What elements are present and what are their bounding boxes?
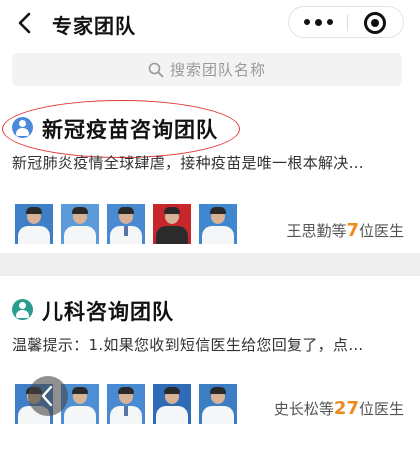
back-arrow-icon[interactable] (14, 11, 36, 35)
chevron-left-icon (41, 385, 53, 407)
team-description: 新冠肺炎疫情全球肆虐，接种疫苗是唯一根本解决… (12, 154, 364, 172)
capsule-divider (347, 14, 348, 31)
team-card[interactable]: 儿科咨询团队 温馨提示：1.如果您收到短信医生给您回复了，点… 史长松等27位医… (0, 276, 420, 466)
close-circle-icon[interactable] (364, 12, 386, 34)
doctor-count-prefix: 王思勤等 (286, 222, 347, 240)
doctor-count-suffix: 位医生 (358, 222, 404, 240)
more-dots-icon[interactable] (289, 7, 347, 37)
doctor-count: 王思勤等7位医生 (286, 220, 404, 241)
doctor-avatar[interactable] (199, 204, 237, 244)
doctor-avatar[interactable] (199, 384, 237, 424)
doctor-avatar[interactable] (153, 204, 191, 244)
doctor-avatar[interactable] (15, 204, 53, 244)
doctor-avatar[interactable] (153, 384, 191, 424)
doctor-avatar[interactable] (107, 204, 145, 244)
team-name: 儿科咨询团队 (42, 300, 174, 324)
doctor-count: 史长松等27位医生 (274, 398, 404, 419)
team-icon (12, 299, 33, 320)
team-name: 新冠疫苗咨询团队 (42, 118, 218, 142)
search-icon (148, 62, 164, 77)
doctor-count-prefix: 史长松等 (273, 400, 334, 418)
top-nav-bar: 专家团队 (0, 0, 420, 46)
doctor-count-number: 27 (333, 398, 359, 419)
doctor-avatar[interactable] (107, 384, 145, 424)
mini-program-capsule (288, 6, 404, 38)
doctor-count-suffix: 位医生 (358, 400, 404, 418)
team-description: 温馨提示：1.如果您收到短信医生给您回复了，点… (12, 336, 364, 354)
doctor-avatars (15, 204, 237, 244)
search-placeholder: 搜索团队名称 (169, 61, 266, 79)
team-icon (12, 117, 33, 138)
team-card[interactable]: 新冠疫苗咨询团队 新冠肺炎疫情全球肆虐，接种疫苗是唯一根本解决… 王思勤等7位医… (0, 96, 420, 253)
search-input[interactable]: 搜索团队名称 (12, 53, 402, 86)
floating-back-button[interactable] (28, 376, 68, 416)
page-title: 专家团队 (52, 14, 136, 38)
doctor-count-number: 7 (346, 220, 359, 241)
search-bar: 搜索团队名称 (0, 46, 420, 96)
doctor-avatar[interactable] (61, 204, 99, 244)
